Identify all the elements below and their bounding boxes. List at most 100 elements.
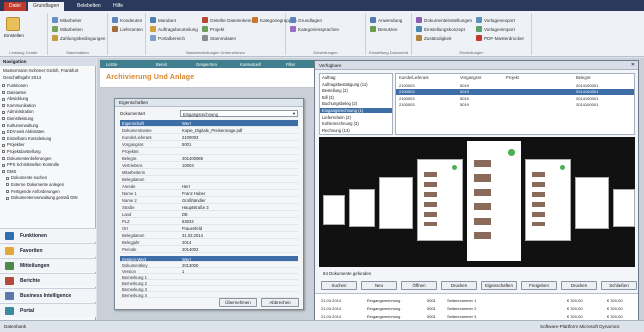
suppliers-button[interactable]: Lieferanten (112, 26, 143, 32)
tree-item[interactable]: Dokumente suchen (6, 175, 47, 180)
col-header[interactable]: Kunde/Lieferant (399, 75, 429, 80)
action-button-3[interactable]: Drucken (441, 281, 477, 290)
property-row[interactable]: Belegdatum (120, 176, 298, 183)
property-row[interactable]: Periode 2014002 (120, 246, 298, 253)
template-import-button[interactable]: Vorlagenimport (476, 26, 515, 32)
col-header[interactable]: Projekt (506, 75, 519, 80)
list-item[interactable]: Buchungsbeleg (2) (322, 101, 357, 106)
page-thumbnail[interactable] (467, 141, 521, 261)
list-item[interactable]: Lieferschein (2) (322, 115, 351, 120)
nav-section-3[interactable]: Berichte (0, 273, 96, 287)
property-row[interactable]: Eigenschaft Wert (120, 120, 298, 127)
col-header[interactable]: Vorgangsnr. (460, 75, 482, 80)
result-row[interactable]: 21.03.2014 Eingangsrechnung 5001 Seitennumm… (317, 297, 637, 303)
tree-item[interactable]: Dienstleistung (2, 116, 33, 121)
tree-item[interactable]: Abwicklung (2, 96, 28, 101)
category-languages-button[interactable]: Kategoriensprachen (290, 26, 339, 32)
basics-button[interactable]: Grundlagen (290, 17, 322, 23)
table-row[interactable]: 2100003 5019 2014100001 (396, 88, 634, 95)
tab-filter[interactable]: Filter (286, 61, 295, 68)
property-row[interactable]: Name 2 Großhändler (120, 197, 298, 204)
pdf-printer-button[interactable]: PDF-Masterdrucker (476, 35, 524, 41)
tree-item[interactable]: Dokumentenverwaltung gemäß DIN (6, 195, 78, 200)
tree-item[interactable]: Projektier (2, 142, 25, 147)
page-thumbnail[interactable] (323, 195, 345, 225)
apply-button[interactable]: Übernehmen (219, 298, 257, 307)
tree-item[interactable]: Externe Dokumente anlegen (6, 182, 64, 187)
doctype-select[interactable]: Eingangsrechnung ▼ (180, 110, 298, 117)
application-button[interactable]: Anwendung (370, 17, 402, 23)
property-row[interactable]: Name 1 Franz Huber (120, 190, 298, 197)
template-export-button[interactable]: Vorlagenexport (476, 17, 515, 23)
nav-section-2[interactable]: Mitteilungen (0, 258, 96, 272)
employees-button[interactable]: Mitarbeiter (52, 17, 82, 23)
responsibility-button[interactable]: Zuständigkeit (416, 35, 451, 41)
settings-button[interactable]: Einstellen (4, 17, 24, 38)
property-row[interactable]: Ort Frauenfeld (120, 225, 298, 232)
nav-section-0[interactable]: Funktionen (0, 228, 96, 242)
tree-item[interactable]: Administration (2, 109, 34, 114)
list-item[interactable]: Auftragsbestätigung (11) (322, 82, 368, 87)
tree-item[interactable]: DMS (2, 169, 16, 174)
tree-item[interactable]: Fertigende Anforderungen (6, 189, 60, 194)
page-thumbnail[interactable] (613, 189, 635, 227)
table-row[interactable]: 2100003 5019 2014100001 (396, 82, 634, 88)
action-button-6[interactable]: Drucken (561, 281, 597, 290)
property-row[interactable]: Dokumentname Kopie_Digitale_Preiserorage.… (120, 127, 298, 134)
col-header[interactable]: Belegnr. (576, 75, 591, 80)
tab-file[interactable]: Datei (4, 2, 26, 11)
tree-item[interactable]: Kulturverwaltung (2, 123, 38, 128)
staff-button[interactable]: Mitarbeiten (52, 26, 83, 32)
action-button-0[interactable]: Suchen (321, 281, 357, 290)
nav-section-5[interactable]: Portal (0, 303, 96, 317)
tab-help[interactable]: Hilfe (108, 2, 128, 11)
action-button-2[interactable]: Öffnen (401, 281, 437, 290)
order-review-button[interactable]: Auftragsbeurteilung (150, 26, 198, 32)
users-button[interactable]: Benutzen (370, 26, 397, 32)
tree-item[interactable]: Dokumentenlieferungen (2, 156, 51, 161)
tree-item[interactable]: Funktionen (2, 83, 28, 88)
property-row[interactable]: Belegdatum 31.03.2014 (120, 232, 298, 239)
tab-basics[interactable]: Grundlagen (28, 2, 65, 11)
list-item[interactable]: Kohlenrechnung (3) (322, 121, 359, 126)
property-row[interactable]: Projektnr. (120, 148, 298, 155)
page-thumbnail[interactable] (575, 177, 609, 229)
nav-section-4[interactable]: Business Intelligence (0, 288, 96, 302)
tree-item[interactable]: Einzelbüro Kontoleitung (2, 136, 51, 141)
list-item[interactable]: Eingangsrechnung (1) (320, 108, 392, 113)
property-row[interactable]: Vorgangsnr. 5001 (120, 141, 298, 148)
tab-locked[interactable]: Gesperrten (196, 61, 217, 68)
tab-context[interactable]: Kontextuell (240, 61, 261, 68)
client-button[interactable]: Mandant (150, 17, 176, 23)
tree-item[interactable]: Projektdarstellung (2, 149, 41, 154)
tree-item[interactable]: PPS Schnittstellen Kontrolle (2, 162, 59, 167)
page-thumbnail[interactable] (525, 159, 571, 241)
tab-ready[interactable]: Bereit (156, 61, 167, 68)
property-row[interactable]: Straße Hauptstraße 3 (120, 204, 298, 211)
config-concept-button[interactable]: Einstellungskonzept (416, 26, 465, 32)
payment-terms-button[interactable]: Zahlungsbedingungen (52, 35, 105, 41)
property-row[interactable]: Vertriebsnr. 10003 (120, 162, 298, 169)
customers-button[interactable]: Kondeuten (112, 17, 142, 23)
cancel-button[interactable]: Abbrechen (261, 298, 299, 307)
result-row[interactable]: 21.03.2014 Eingangsrechnung 5001 Seitennumm… (317, 305, 637, 311)
tree-item[interactable]: Kommunikation (2, 103, 36, 108)
page-preview[interactable] (319, 137, 635, 267)
tab-latest[interactable]: Letzte (106, 61, 117, 68)
tree-item[interactable]: EDV-weit Aktivitäten (2, 129, 44, 134)
action-button-1[interactable]: Neu (361, 281, 397, 290)
action-button-4[interactable]: Eigenschaften (481, 281, 517, 290)
property-row[interactable]: Land DE (120, 211, 298, 218)
list-item[interactable]: Bill (3) (322, 95, 334, 100)
property-row[interactable]: Anrede Herr (120, 183, 298, 190)
project-button[interactable]: Projekt (202, 26, 224, 32)
list-item[interactable]: Bestellung (2) (322, 88, 348, 93)
nav-section-1[interactable]: Favoriten (0, 243, 96, 257)
property-row[interactable]: Kunde/Lieferant 2100003 (120, 134, 298, 141)
doc-settings-button[interactable]: Dokumenteinstellungen (416, 17, 472, 23)
portal-area-button[interactable]: Portalbereich (150, 35, 185, 41)
property-row[interactable]: Belegjahr 2014 (120, 239, 298, 246)
page-thumbnail[interactable] (379, 177, 413, 229)
page-thumbnail[interactable] (349, 189, 375, 227)
tree-item[interactable]: Dateiarten (2, 90, 26, 95)
